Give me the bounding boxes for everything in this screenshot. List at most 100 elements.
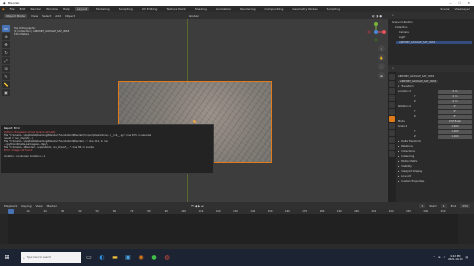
instancing-section[interactable]: Instancing [401, 155, 414, 158]
shading-buttons[interactable]: ◐ ◑ ● [372, 14, 382, 18]
location-x-field[interactable]: 0 m [438, 89, 472, 94]
transform-tool-icon[interactable]: ⊞ [2, 65, 10, 72]
zoom-icon[interactable]: ⌕ [378, 45, 385, 52]
add-cube-tool-icon[interactable]: ▣ [2, 89, 10, 96]
outliner-item-collection[interactable]: Collection [395, 26, 407, 29]
workspace-tab-scripting[interactable]: Scripting [325, 7, 342, 11]
mesh-name-field[interactable]: AIRPORT_GOOGLE_SAT_### [398, 80, 439, 83]
tool-tab-icon[interactable] [389, 74, 395, 80]
orientation-selector[interactable]: Global [189, 14, 199, 18]
file-explorer-icon[interactable]: ▬ [110, 253, 120, 263]
outliner-root[interactable]: Scene Collection [392, 21, 413, 24]
close-button[interactable]: ✕ [467, 1, 470, 5]
edge-browser-icon[interactable]: ◐ [97, 253, 107, 263]
task-view-icon[interactable]: ▭ [84, 253, 94, 263]
scene-tab-icon[interactable] [389, 102, 395, 108]
rotation-y-field[interactable]: 0° [438, 109, 472, 114]
menu-help[interactable]: Help [63, 7, 70, 11]
rotate-tool-icon[interactable]: ↻ [2, 49, 10, 56]
scale-tool-icon[interactable]: ⤢ [2, 57, 10, 64]
render-tab-icon[interactable] [389, 81, 395, 87]
collections-section[interactable]: Collections [401, 150, 415, 153]
maximize-button[interactable]: ☐ [458, 1, 461, 5]
workspace-tab-shading[interactable]: Shading [193, 7, 209, 11]
notification-icon[interactable]: ▤ [466, 256, 468, 259]
transform-section[interactable]: Transform [401, 85, 413, 88]
world-tab-icon[interactable] [389, 109, 395, 115]
store-icon[interactable]: ▣ [123, 253, 133, 263]
cursor-tool-icon[interactable]: ⊕ [2, 33, 10, 40]
current-frame-field[interactable]: 1 [419, 203, 426, 208]
location-z-field[interactable]: 0 m [438, 99, 472, 104]
viewport-menu-object[interactable]: Object [65, 14, 75, 18]
outliner-item-image-plane[interactable]: AIRPORT_GOOGLE_SAT_### [396, 41, 472, 44]
minimize-button[interactable]: — [449, 1, 452, 5]
pan-icon[interactable]: ✋ [378, 54, 385, 61]
start-frame-field[interactable]: 1 [440, 203, 447, 208]
timeline-menu-keying[interactable]: Keying [21, 204, 31, 208]
chrome-icon[interactable]: ◍ [162, 253, 172, 263]
clock[interactable]: 9:42 PM 2021-10-13 [448, 255, 463, 261]
outliner-search-icon[interactable]: ⌕ [392, 13, 394, 17]
viewport-menu-view[interactable]: View [31, 14, 38, 18]
viewport-menu-select[interactable]: Select [42, 14, 51, 18]
taskbar-search-box[interactable]: ⌕ Type here to search [21, 252, 81, 263]
view-layer-selector[interactable]: ViewLayer [455, 7, 470, 11]
windows-start-icon[interactable]: ⊞ [2, 253, 12, 263]
network-icon[interactable]: ☰ [438, 256, 440, 259]
mode-selector[interactable]: Object Mode [4, 13, 27, 18]
end-frame-field[interactable]: 250 [460, 203, 470, 208]
outliner-item-light[interactable]: Light [399, 36, 405, 39]
scene-selector[interactable]: Scene [440, 7, 449, 11]
menu-file[interactable]: File [10, 7, 15, 11]
object-tab-icon[interactable] [389, 116, 395, 122]
line-art-section[interactable]: Line Art [401, 175, 411, 178]
move-tool-icon[interactable]: ✥ [2, 41, 10, 48]
playback-controls[interactable]: ⏮ ◀ ▶ ⏭ [191, 204, 204, 208]
error-report-popup[interactable]: Report: Error Python: Traceback (most re… [0, 124, 214, 174]
app-icon[interactable]: ● [149, 253, 159, 263]
rotation-x-field[interactable]: 0° [438, 104, 472, 109]
scale-x-field[interactable]: 1.000 [438, 124, 472, 129]
material-tab-icon[interactable] [389, 151, 395, 157]
viewport-display-section[interactable]: Viewport Display [401, 170, 422, 173]
rotation-mode-select[interactable]: XYZ Euler [438, 119, 472, 124]
workspace-tab-rendering[interactable]: Rendering [238, 7, 257, 11]
menu-render[interactable]: Render [30, 7, 41, 11]
modifier-tab-icon[interactable] [389, 123, 395, 129]
view-layer-tab-icon[interactable] [389, 95, 395, 101]
physics-tab-icon[interactable] [389, 130, 395, 136]
workspace-tab-layout[interactable]: Layout [74, 7, 90, 11]
ortho-toggle-icon[interactable]: ⊞ [378, 72, 385, 79]
custom-properties-section[interactable]: Custom Properties [401, 180, 424, 183]
visibility-section[interactable]: Visibility [401, 165, 411, 168]
data-tab-icon[interactable] [389, 144, 395, 150]
timeline-menu-view[interactable]: View [35, 204, 42, 208]
workspace-tab-compositing[interactable]: Compositing [263, 7, 286, 11]
workspace-tab-geometry-nodes[interactable]: Geometry Nodes [290, 7, 319, 11]
properties-search-icon[interactable]: ⌕ [392, 66, 394, 70]
location-y-field[interactable]: 0 m [438, 94, 472, 99]
rotation-z-field[interactable]: 0° [438, 114, 472, 119]
motion-paths-section[interactable]: Motion Paths [401, 160, 417, 163]
viewport-menu-add[interactable]: Add [55, 14, 61, 18]
select-box-tool-icon[interactable]: ▭ [2, 25, 10, 32]
workspace-tab-sculpting[interactable]: Sculpting [117, 7, 135, 11]
camera-view-icon[interactable]: 🎥 [378, 63, 385, 70]
blender-taskbar-icon[interactable]: ◉ [136, 253, 146, 263]
volume-icon[interactable]: ♪ [443, 256, 445, 259]
timeline-menu-playback[interactable]: Playback [4, 204, 17, 208]
scale-z-field[interactable]: 1.000 [438, 134, 472, 139]
timeline-menu-marker[interactable]: Marker [47, 204, 57, 208]
annotate-tool-icon[interactable]: ✎ [2, 73, 10, 80]
navigation-gizmo[interactable] [366, 22, 386, 42]
menu-window[interactable]: Window [46, 7, 58, 11]
workspace-tab-uv-editing[interactable]: UV Editing [140, 7, 160, 11]
constraints-tab-icon[interactable] [389, 137, 395, 143]
menu-edit[interactable]: Edit [20, 7, 26, 11]
workspace-tab-animation[interactable]: Animation [214, 7, 233, 11]
measure-tool-icon[interactable]: 📏 [2, 81, 10, 88]
axis-gizmo-icon[interactable] [366, 22, 386, 42]
tray-up-arrow-icon[interactable]: ⌃ [433, 256, 435, 259]
object-name-field[interactable]: AIRPORT_GOOGLE_SAT_### [398, 75, 434, 78]
